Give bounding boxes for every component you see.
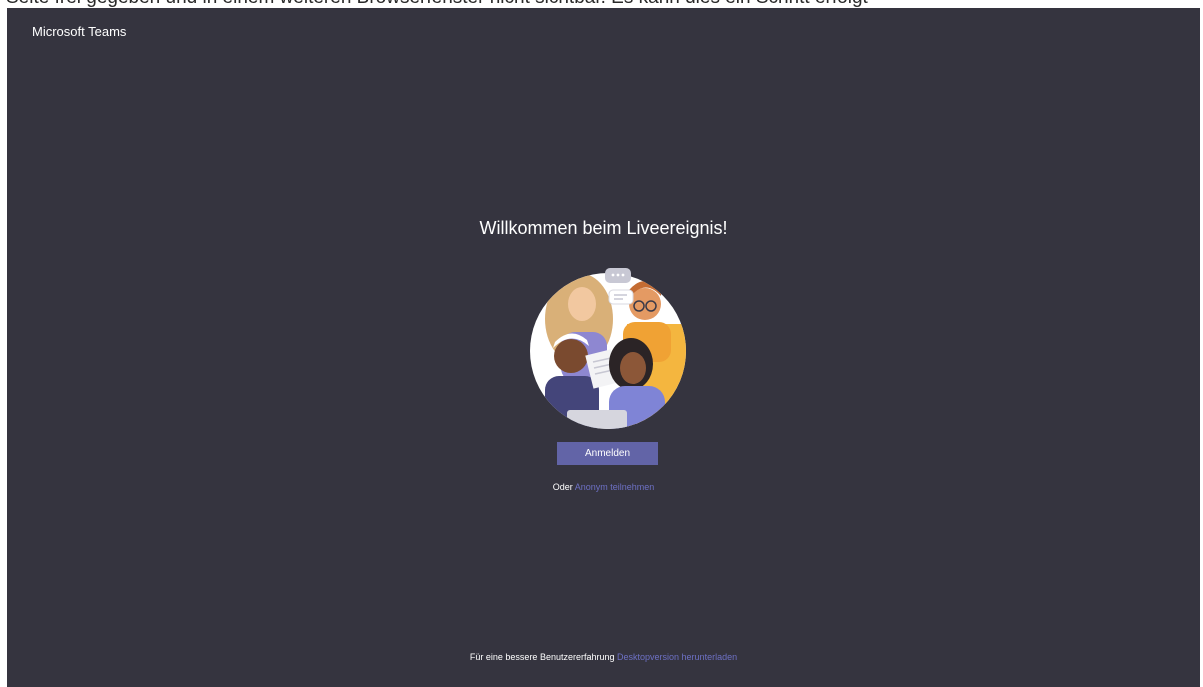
cropped-browser-banner: Seite frei gegeben und in einem weiteren… [0, 0, 1203, 8]
or-row: Oder Anonym teilnehmen [7, 482, 1200, 492]
footer: Für eine bessere Benutzererfahrung Deskt… [7, 652, 1200, 662]
people-illustration [530, 268, 686, 429]
signin-button[interactable]: Anmelden [557, 442, 658, 465]
footer-text: Für eine bessere Benutzererfahrung [469, 652, 615, 662]
teams-window: Microsoft Teams Willkommen beim Liveerei… [7, 8, 1200, 687]
cropped-banner-text: Seite frei gegeben und in einem weiteren… [6, 0, 868, 8]
download-desktop-link[interactable]: Desktopversion herunterladen [617, 652, 737, 662]
app-title: Microsoft Teams [32, 24, 127, 39]
welcome-title: Willkommen beim Liveereignis! [479, 218, 728, 238]
or-label: Oder [552, 482, 573, 492]
join-anonymously-link[interactable]: Anonym teilnehmen [575, 482, 655, 492]
